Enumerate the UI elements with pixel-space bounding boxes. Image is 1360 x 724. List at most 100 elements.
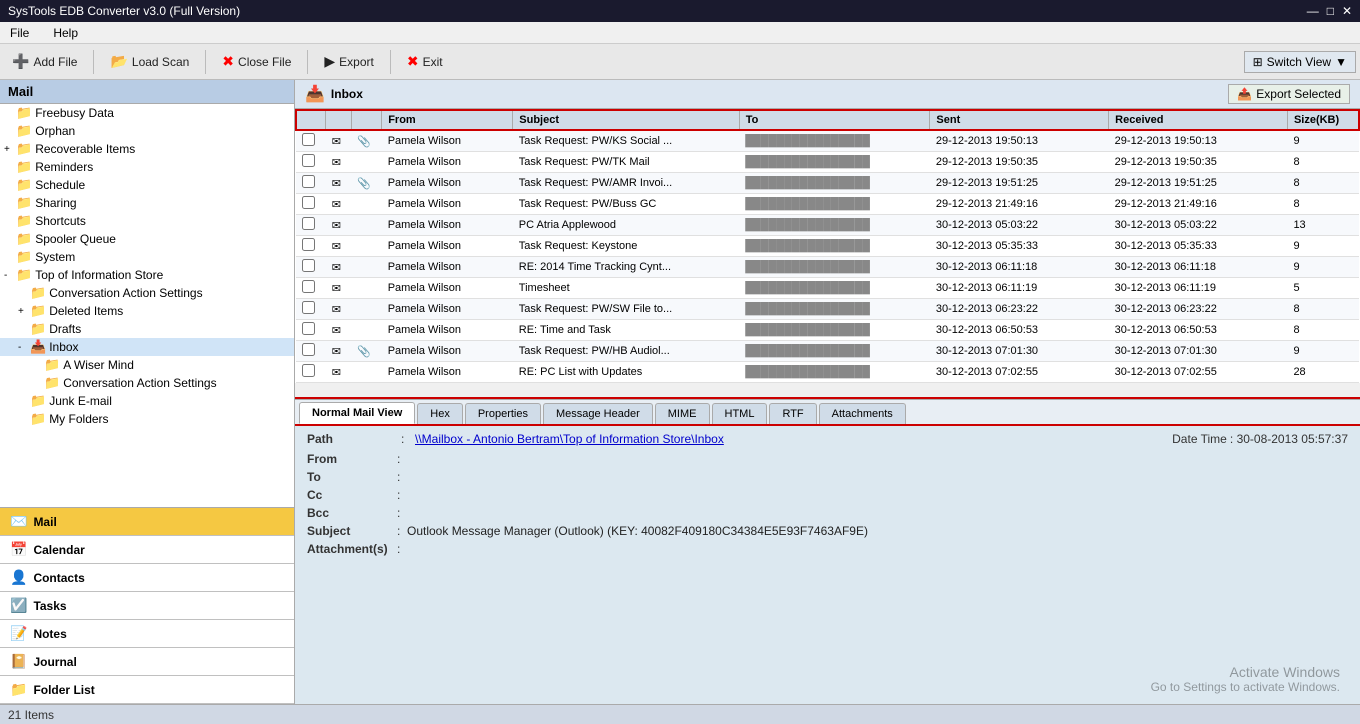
email-checkbox-cell[interactable]: [296, 236, 326, 257]
table-row[interactable]: ✉Pamela WilsonTask Request: PW/SW File t…: [296, 299, 1359, 320]
attachment-icon: 📎: [357, 178, 371, 190]
table-row[interactable]: ✉📎Pamela WilsonTask Request: PW/KS Socia…: [296, 130, 1359, 152]
close-file-button[interactable]: ✖ Close File: [214, 50, 299, 73]
preview-tab-hex[interactable]: Hex: [417, 403, 463, 424]
sidebar-nav-item-calendar[interactable]: 📅Calendar: [0, 536, 294, 564]
email-checkbox[interactable]: [302, 196, 315, 209]
sidebar-nav-item-notes[interactable]: 📝Notes: [0, 620, 294, 648]
email-checkbox-cell[interactable]: [296, 362, 326, 383]
col-header-attach: [351, 110, 382, 130]
export-button[interactable]: ▶ Export: [316, 50, 381, 73]
sidebar-tree-item[interactable]: 📁Shortcuts: [0, 212, 294, 230]
email-checkbox[interactable]: [302, 259, 315, 272]
sidebar-tree-item[interactable]: 📁Reminders: [0, 158, 294, 176]
sidebar-nav-item-contacts[interactable]: 👤Contacts: [0, 564, 294, 592]
tree-expand-icon[interactable]: +: [18, 306, 28, 317]
sidebar-tree-item[interactable]: 📁A Wiser Mind: [0, 356, 294, 374]
email-checkbox[interactable]: [302, 364, 315, 377]
email-to: ████████████████: [739, 320, 930, 341]
email-received: 30-12-2013 07:02:55: [1109, 362, 1288, 383]
export-selected-button[interactable]: 📤 Export Selected: [1228, 84, 1350, 104]
table-row[interactable]: ✉Pamela WilsonTask Request: PW/TK Mail██…: [296, 152, 1359, 173]
sidebar-tree-item[interactable]: 📁My Folders: [0, 410, 294, 428]
tree-expand-icon[interactable]: -: [4, 270, 14, 281]
preview-bcc-row: Bcc :: [307, 506, 1348, 520]
email-type-icon-cell: ✉: [326, 194, 351, 215]
email-checkbox[interactable]: [302, 322, 315, 335]
add-file-button[interactable]: ➕ Add File: [4, 50, 85, 73]
table-row[interactable]: ✉Pamela WilsonTask Request: PW/Buss GC██…: [296, 194, 1359, 215]
preview-tab-mime[interactable]: MIME: [655, 403, 710, 424]
email-checkbox-cell[interactable]: [296, 194, 326, 215]
email-checkbox-cell[interactable]: [296, 130, 326, 152]
email-checkbox[interactable]: [302, 154, 315, 167]
table-row[interactable]: ✉Pamela WilsonTimesheet████████████████3…: [296, 278, 1359, 299]
col-header-to: To: [739, 110, 930, 130]
email-checkbox-cell[interactable]: [296, 152, 326, 173]
sidebar-nav-item-mail[interactable]: ✉️Mail: [0, 508, 294, 536]
table-row[interactable]: ✉📎Pamela WilsonTask Request: PW/AMR Invo…: [296, 173, 1359, 194]
window-controls[interactable]: — □ ✕: [1307, 4, 1352, 18]
toolbar-separator-3: [307, 50, 308, 74]
sidebar-tree-item[interactable]: +📁Recoverable Items: [0, 140, 294, 158]
load-scan-button[interactable]: 📂 Load Scan: [102, 50, 197, 73]
sidebar-tree-item-label: Inbox: [49, 340, 78, 354]
sidebar-tree-item[interactable]: 📁Drafts: [0, 320, 294, 338]
preview-tab-html[interactable]: HTML: [712, 403, 768, 424]
email-checkbox[interactable]: [302, 301, 315, 314]
email-size: 5: [1287, 278, 1359, 299]
table-row[interactable]: ✉Pamela WilsonRE: PC List with Updates██…: [296, 362, 1359, 383]
sidebar-nav-item-journal[interactable]: 📔Journal: [0, 648, 294, 676]
exit-button[interactable]: ✖ Exit: [399, 50, 451, 73]
minimize-button[interactable]: —: [1307, 4, 1319, 18]
preview-tab-properties[interactable]: Properties: [465, 403, 541, 424]
email-checkbox[interactable]: [302, 343, 315, 356]
email-checkbox-cell[interactable]: [296, 257, 326, 278]
email-checkbox[interactable]: [302, 217, 315, 230]
email-checkbox[interactable]: [302, 133, 315, 146]
sidebar-tree-item[interactable]: 📁Schedule: [0, 176, 294, 194]
sidebar-tree-item[interactable]: +📁Deleted Items: [0, 302, 294, 320]
sidebar-tree-item[interactable]: -📁Top of Information Store: [0, 266, 294, 284]
preview-tab-message-header[interactable]: Message Header: [543, 403, 653, 424]
email-checkbox-cell[interactable]: [296, 215, 326, 236]
sidebar-tree-item[interactable]: 📁Spooler Queue: [0, 230, 294, 248]
maximize-button[interactable]: □: [1327, 4, 1334, 18]
email-checkbox-cell[interactable]: [296, 173, 326, 194]
table-row[interactable]: ✉Pamela WilsonPC Atria Applewood████████…: [296, 215, 1359, 236]
email-to: ████████████████: [739, 215, 930, 236]
email-checkbox[interactable]: [302, 175, 315, 188]
sidebar-nav-item-folder-list[interactable]: 📁Folder List: [0, 676, 294, 704]
sidebar-tree-item[interactable]: 📁Conversation Action Settings: [0, 374, 294, 392]
menu-help[interactable]: Help: [47, 24, 84, 42]
email-checkbox-cell[interactable]: [296, 278, 326, 299]
table-row[interactable]: ✉📎Pamela WilsonTask Request: PW/HB Audio…: [296, 341, 1359, 362]
sidebar-tree-item[interactable]: 📁Freebusy Data: [0, 104, 294, 122]
table-row[interactable]: ✉Pamela WilsonRE: 2014 Time Tracking Cyn…: [296, 257, 1359, 278]
sidebar-tree-item[interactable]: 📁Orphan: [0, 122, 294, 140]
preview-tab-attachments[interactable]: Attachments: [819, 403, 906, 424]
tree-expand-icon[interactable]: -: [18, 342, 28, 353]
sidebar-tree-item[interactable]: -📥Inbox: [0, 338, 294, 356]
sidebar-tree-item-label: Recoverable Items: [35, 142, 135, 156]
preview-tab-rtf[interactable]: RTF: [769, 403, 816, 424]
sidebar-tree-item[interactable]: 📁Conversation Action Settings: [0, 284, 294, 302]
email-checkbox-cell[interactable]: [296, 299, 326, 320]
email-checkbox-cell[interactable]: [296, 320, 326, 341]
menu-file[interactable]: File: [4, 24, 35, 42]
switch-view-button[interactable]: ⊞ Switch View ▼: [1244, 51, 1356, 73]
tree-expand-icon[interactable]: +: [4, 144, 14, 155]
preview-path-value[interactable]: \\Mailbox - Antonio Bertram\Top of Infor…: [415, 432, 724, 446]
table-row[interactable]: ✉Pamela WilsonRE: Time and Task█████████…: [296, 320, 1359, 341]
sidebar-nav-item-tasks[interactable]: ☑️Tasks: [0, 592, 294, 620]
email-checkbox[interactable]: [302, 238, 315, 251]
table-row[interactable]: ✉Pamela WilsonTask Request: Keystone████…: [296, 236, 1359, 257]
email-checkbox-cell[interactable]: [296, 341, 326, 362]
close-button[interactable]: ✕: [1342, 4, 1352, 18]
preview-tab-normal-mail-view[interactable]: Normal Mail View: [299, 402, 415, 424]
sidebar-tree-item[interactable]: 📁Junk E-mail: [0, 392, 294, 410]
sidebar-tree-item[interactable]: 📁System: [0, 248, 294, 266]
nav-item-icon: 📝: [10, 625, 27, 642]
sidebar-tree-item[interactable]: 📁Sharing: [0, 194, 294, 212]
email-checkbox[interactable]: [302, 280, 315, 293]
